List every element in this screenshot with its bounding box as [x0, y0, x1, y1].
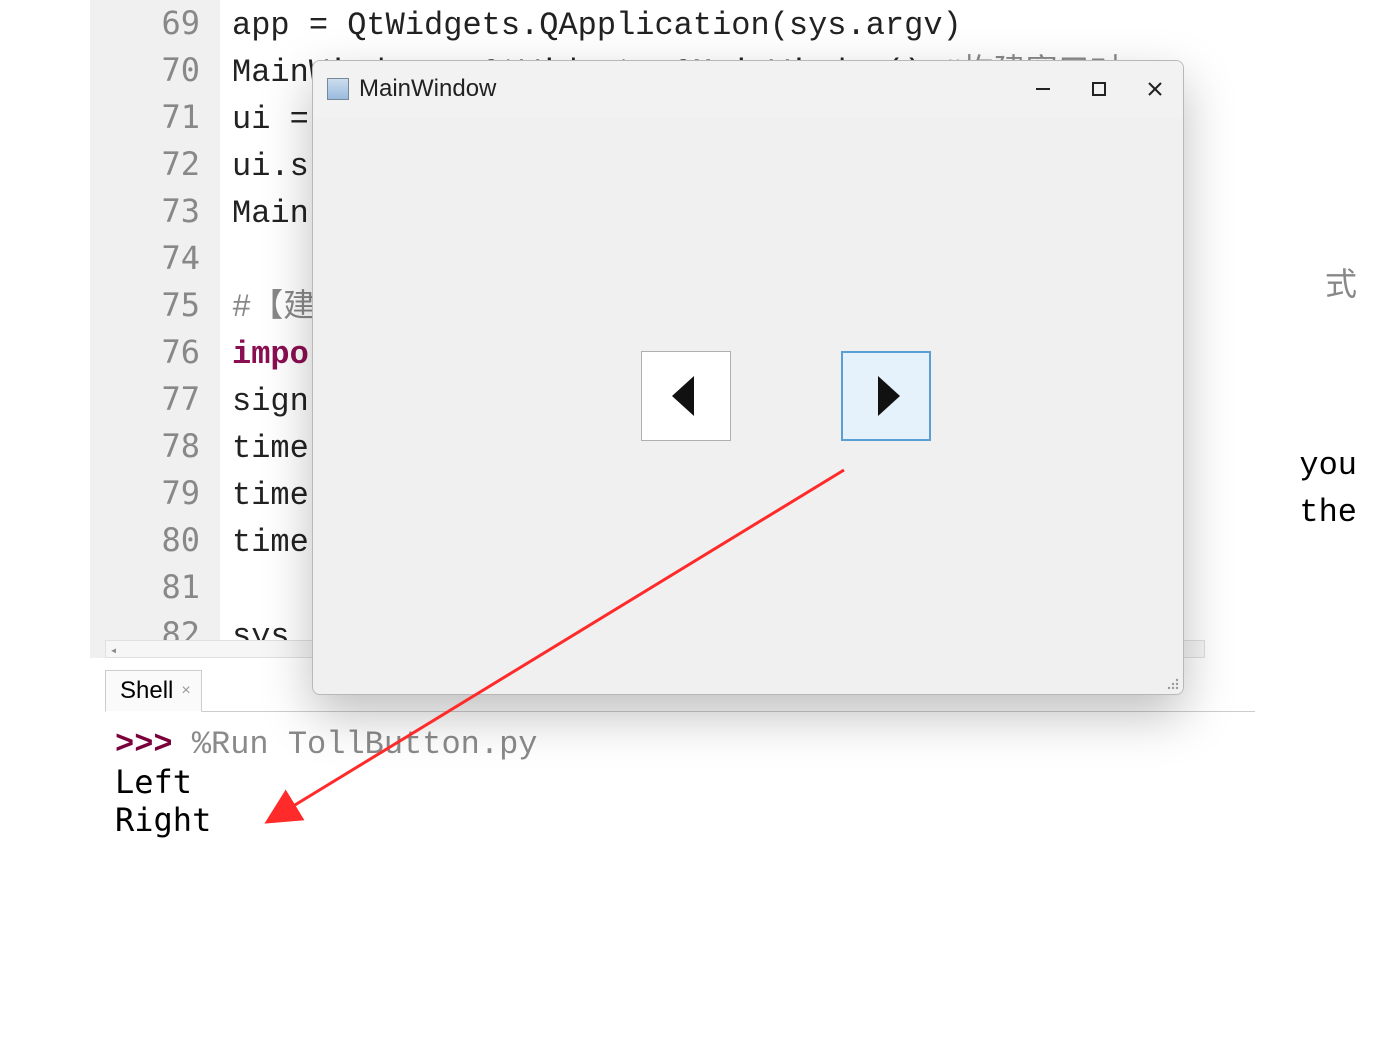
line-number: 74	[90, 235, 220, 282]
app-icon	[327, 78, 349, 100]
minimize-icon	[1034, 80, 1052, 98]
shell-tab[interactable]: Shell ×	[105, 670, 202, 712]
window-title: MainWindow	[359, 75, 1015, 103]
maximize-icon	[1090, 80, 1108, 98]
arrow-right-button[interactable]	[841, 351, 931, 441]
line-number: 70	[90, 47, 220, 94]
shell-output-line: Left	[115, 763, 1245, 801]
close-icon	[1146, 80, 1164, 98]
line-number: 80	[90, 517, 220, 564]
shell-output-line: Right	[115, 801, 1245, 839]
line-number: 78	[90, 423, 220, 470]
code-line[interactable]: 69app = QtWidgets.QApplication(sys.argv)	[90, 0, 1377, 47]
code-text: time	[220, 472, 309, 519]
resize-grip-icon[interactable]	[1163, 674, 1181, 692]
shell-run-command: %Run TollButton.py	[192, 726, 538, 763]
code-text: app = QtWidgets.QApplication(sys.argv)	[220, 2, 962, 49]
qt-main-window[interactable]: MainWindow	[312, 60, 1184, 695]
code-text: ui =	[220, 96, 309, 143]
minimize-button[interactable]	[1015, 61, 1071, 117]
shell-panel: Shell × >>> %Run TollButton.py Left Righ…	[105, 670, 1255, 849]
line-number: 72	[90, 141, 220, 188]
code-text: sign	[220, 378, 309, 425]
line-number: 75	[90, 282, 220, 329]
code-trailing: 式	[1325, 259, 1357, 305]
code-trailing: the	[1299, 494, 1357, 531]
line-number: 76	[90, 329, 220, 376]
titlebar[interactable]: MainWindow	[313, 61, 1183, 117]
shell-prompt: >>>	[115, 726, 173, 763]
code-text: time	[220, 425, 309, 472]
arrow-left-icon	[666, 371, 706, 421]
window-client-area	[313, 117, 1183, 694]
scroll-left-icon[interactable]: ◂	[110, 643, 117, 658]
line-number: 71	[90, 94, 220, 141]
line-number: 79	[90, 470, 220, 517]
line-number: 77	[90, 376, 220, 423]
code-text: impo	[220, 331, 309, 378]
shell-output[interactable]: >>> %Run TollButton.py Left Right	[105, 711, 1255, 849]
code-text: #【建	[220, 284, 315, 331]
arrow-left-button[interactable]	[641, 351, 731, 441]
line-number: 73	[90, 188, 220, 235]
code-text: time	[220, 519, 309, 566]
code-text: ui.s	[220, 143, 309, 190]
shell-tab-label: Shell	[120, 677, 173, 705]
arrow-right-icon	[866, 371, 906, 421]
code-trailing: you	[1299, 447, 1357, 484]
close-icon[interactable]: ×	[181, 682, 190, 700]
close-button[interactable]	[1127, 61, 1183, 117]
line-number: 81	[90, 564, 220, 611]
code-text: Main	[220, 190, 309, 237]
line-number: 69	[90, 0, 220, 47]
maximize-button[interactable]	[1071, 61, 1127, 117]
